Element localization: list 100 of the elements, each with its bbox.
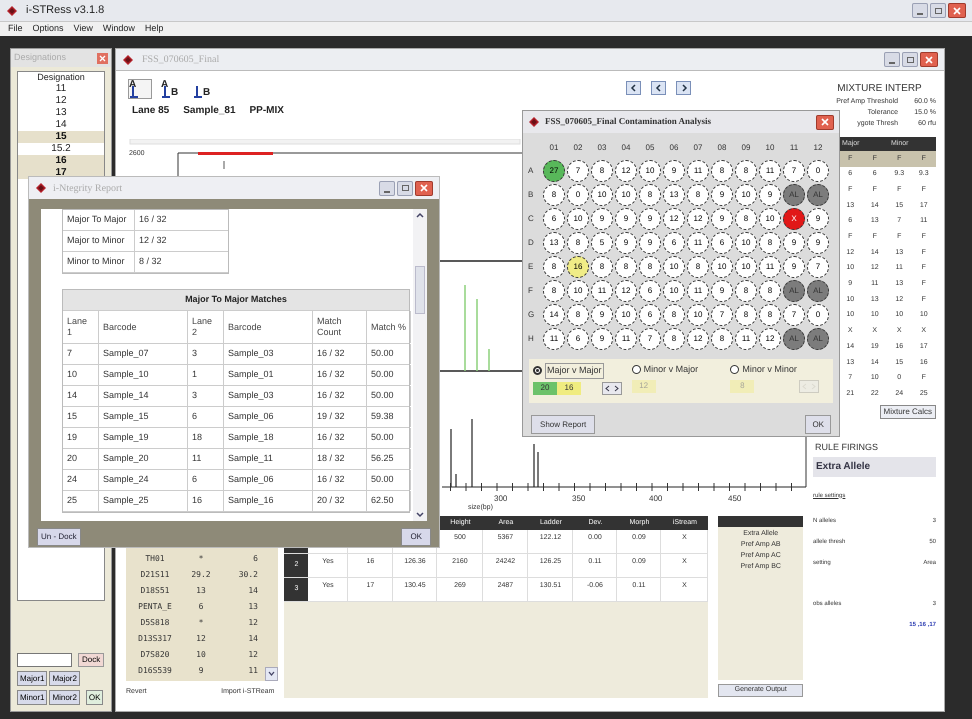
next-button[interactable] <box>676 81 691 95</box>
well[interactable]: 12 <box>687 328 709 350</box>
well[interactable]: 9 <box>711 184 733 206</box>
well[interactable]: 7 <box>567 160 589 182</box>
well[interactable]: 8 <box>639 184 661 206</box>
well[interactable]: 8 <box>687 256 709 278</box>
well[interactable]: 7 <box>807 256 829 278</box>
well[interactable]: 7 <box>639 328 661 350</box>
well[interactable]: 6 <box>639 280 661 302</box>
well[interactable]: 0 <box>807 160 829 182</box>
designation-item[interactable]: 15.2 <box>18 143 104 155</box>
close-button[interactable] <box>816 114 834 130</box>
well[interactable]: 6 <box>711 232 733 254</box>
minimize-button[interactable] <box>912 3 928 18</box>
well[interactable]: 11 <box>615 328 637 350</box>
option-label[interactable]: Minor v Minor <box>742 363 797 376</box>
mixture-calcs-button[interactable]: Mixture Calcs <box>880 405 936 419</box>
scrollbar[interactable] <box>413 209 427 521</box>
minimize-button[interactable] <box>884 52 900 67</box>
well[interactable]: 8 <box>663 304 685 326</box>
well[interactable]: 8 <box>615 256 637 278</box>
well[interactable]: 9 <box>591 304 613 326</box>
well[interactable]: 10 <box>615 304 637 326</box>
well[interactable]: 9 <box>615 208 637 230</box>
well[interactable]: 11 <box>759 256 781 278</box>
well[interactable]: 10 <box>735 232 757 254</box>
well[interactable]: 8 <box>759 232 781 254</box>
well[interactable]: 13 <box>543 232 565 254</box>
well[interactable]: 8 <box>543 184 565 206</box>
well[interactable]: 8 <box>711 328 733 350</box>
close-button[interactable] <box>97 52 108 64</box>
well[interactable]: 10 <box>567 208 589 230</box>
well[interactable]: 12 <box>687 208 709 230</box>
well[interactable]: 9 <box>639 208 661 230</box>
well[interactable]: 11 <box>687 232 709 254</box>
view-toggle[interactable]: B <box>192 79 216 99</box>
well[interactable]: 8 <box>567 232 589 254</box>
well[interactable]: 10 <box>687 304 709 326</box>
designation-item[interactable]: 14 <box>18 119 104 131</box>
well[interactable]: X <box>783 208 805 230</box>
well[interactable]: 9 <box>759 184 781 206</box>
maximize-button[interactable] <box>397 180 413 196</box>
well[interactable]: 10 <box>735 256 757 278</box>
well[interactable]: 11 <box>735 328 757 350</box>
designation-item[interactable]: 13 <box>18 107 104 119</box>
radio-button[interactable] <box>533 366 542 376</box>
maximize-button[interactable] <box>930 3 946 18</box>
well[interactable]: 9 <box>591 328 613 350</box>
well[interactable]: 8 <box>735 208 757 230</box>
well[interactable]: 11 <box>543 328 565 350</box>
scroll-down-button[interactable] <box>265 666 278 680</box>
well[interactable]: 9 <box>591 208 613 230</box>
well[interactable]: 8 <box>711 160 733 182</box>
well[interactable]: 6 <box>639 304 661 326</box>
minimize-button[interactable] <box>379 180 395 196</box>
show-report-button[interactable]: Show Report <box>531 415 596 434</box>
toggle-button[interactable]: Minor1 <box>17 690 48 705</box>
well[interactable]: 8 <box>543 280 565 302</box>
well[interactable]: 14 <box>543 304 565 326</box>
well[interactable]: 6 <box>663 232 685 254</box>
well[interactable]: 11 <box>687 280 709 302</box>
well[interactable]: 9 <box>663 160 685 182</box>
close-button[interactable] <box>415 180 433 196</box>
close-button[interactable] <box>948 3 966 18</box>
designation-item[interactable]: 12 <box>18 95 104 107</box>
well[interactable]: 8 <box>543 256 565 278</box>
well[interactable]: 7 <box>783 304 805 326</box>
menu-item[interactable]: Window <box>102 22 135 36</box>
designation-item[interactable]: 16 <box>18 155 104 167</box>
well[interactable]: 27 <box>543 160 565 182</box>
well[interactable]: 11 <box>591 280 613 302</box>
well[interactable]: 12 <box>615 160 637 182</box>
well[interactable]: 0 <box>807 304 829 326</box>
well[interactable]: 10 <box>567 280 589 302</box>
well[interactable]: 8 <box>735 160 757 182</box>
well[interactable]: 11 <box>687 160 709 182</box>
input-field[interactable] <box>17 653 72 667</box>
well[interactable]: 9 <box>783 256 805 278</box>
well[interactable]: 0 <box>567 184 589 206</box>
well[interactable]: 10 <box>759 208 781 230</box>
well[interactable]: 6 <box>543 208 565 230</box>
well[interactable]: 7 <box>711 304 733 326</box>
well[interactable]: 8 <box>735 280 757 302</box>
well[interactable]: 8 <box>639 256 661 278</box>
well[interactable]: 7 <box>783 160 805 182</box>
well[interactable]: 8 <box>663 328 685 350</box>
well[interactable]: 13 <box>663 184 685 206</box>
well[interactable]: 9 <box>807 232 829 254</box>
well[interactable]: 8 <box>759 280 781 302</box>
view-toggle[interactable]: A B <box>160 79 184 99</box>
ok-button[interactable]: OK <box>805 415 831 434</box>
well[interactable]: 10 <box>711 256 733 278</box>
well[interactable]: 12 <box>663 208 685 230</box>
well[interactable]: 5 <box>591 232 613 254</box>
well[interactable]: 9 <box>615 232 637 254</box>
well[interactable]: 8 <box>591 160 613 182</box>
toggle-button[interactable]: Major1 <box>17 671 48 686</box>
radio-button[interactable] <box>632 365 641 374</box>
undock-button[interactable]: Un - Dock <box>37 528 81 546</box>
well[interactable]: 10 <box>663 256 685 278</box>
